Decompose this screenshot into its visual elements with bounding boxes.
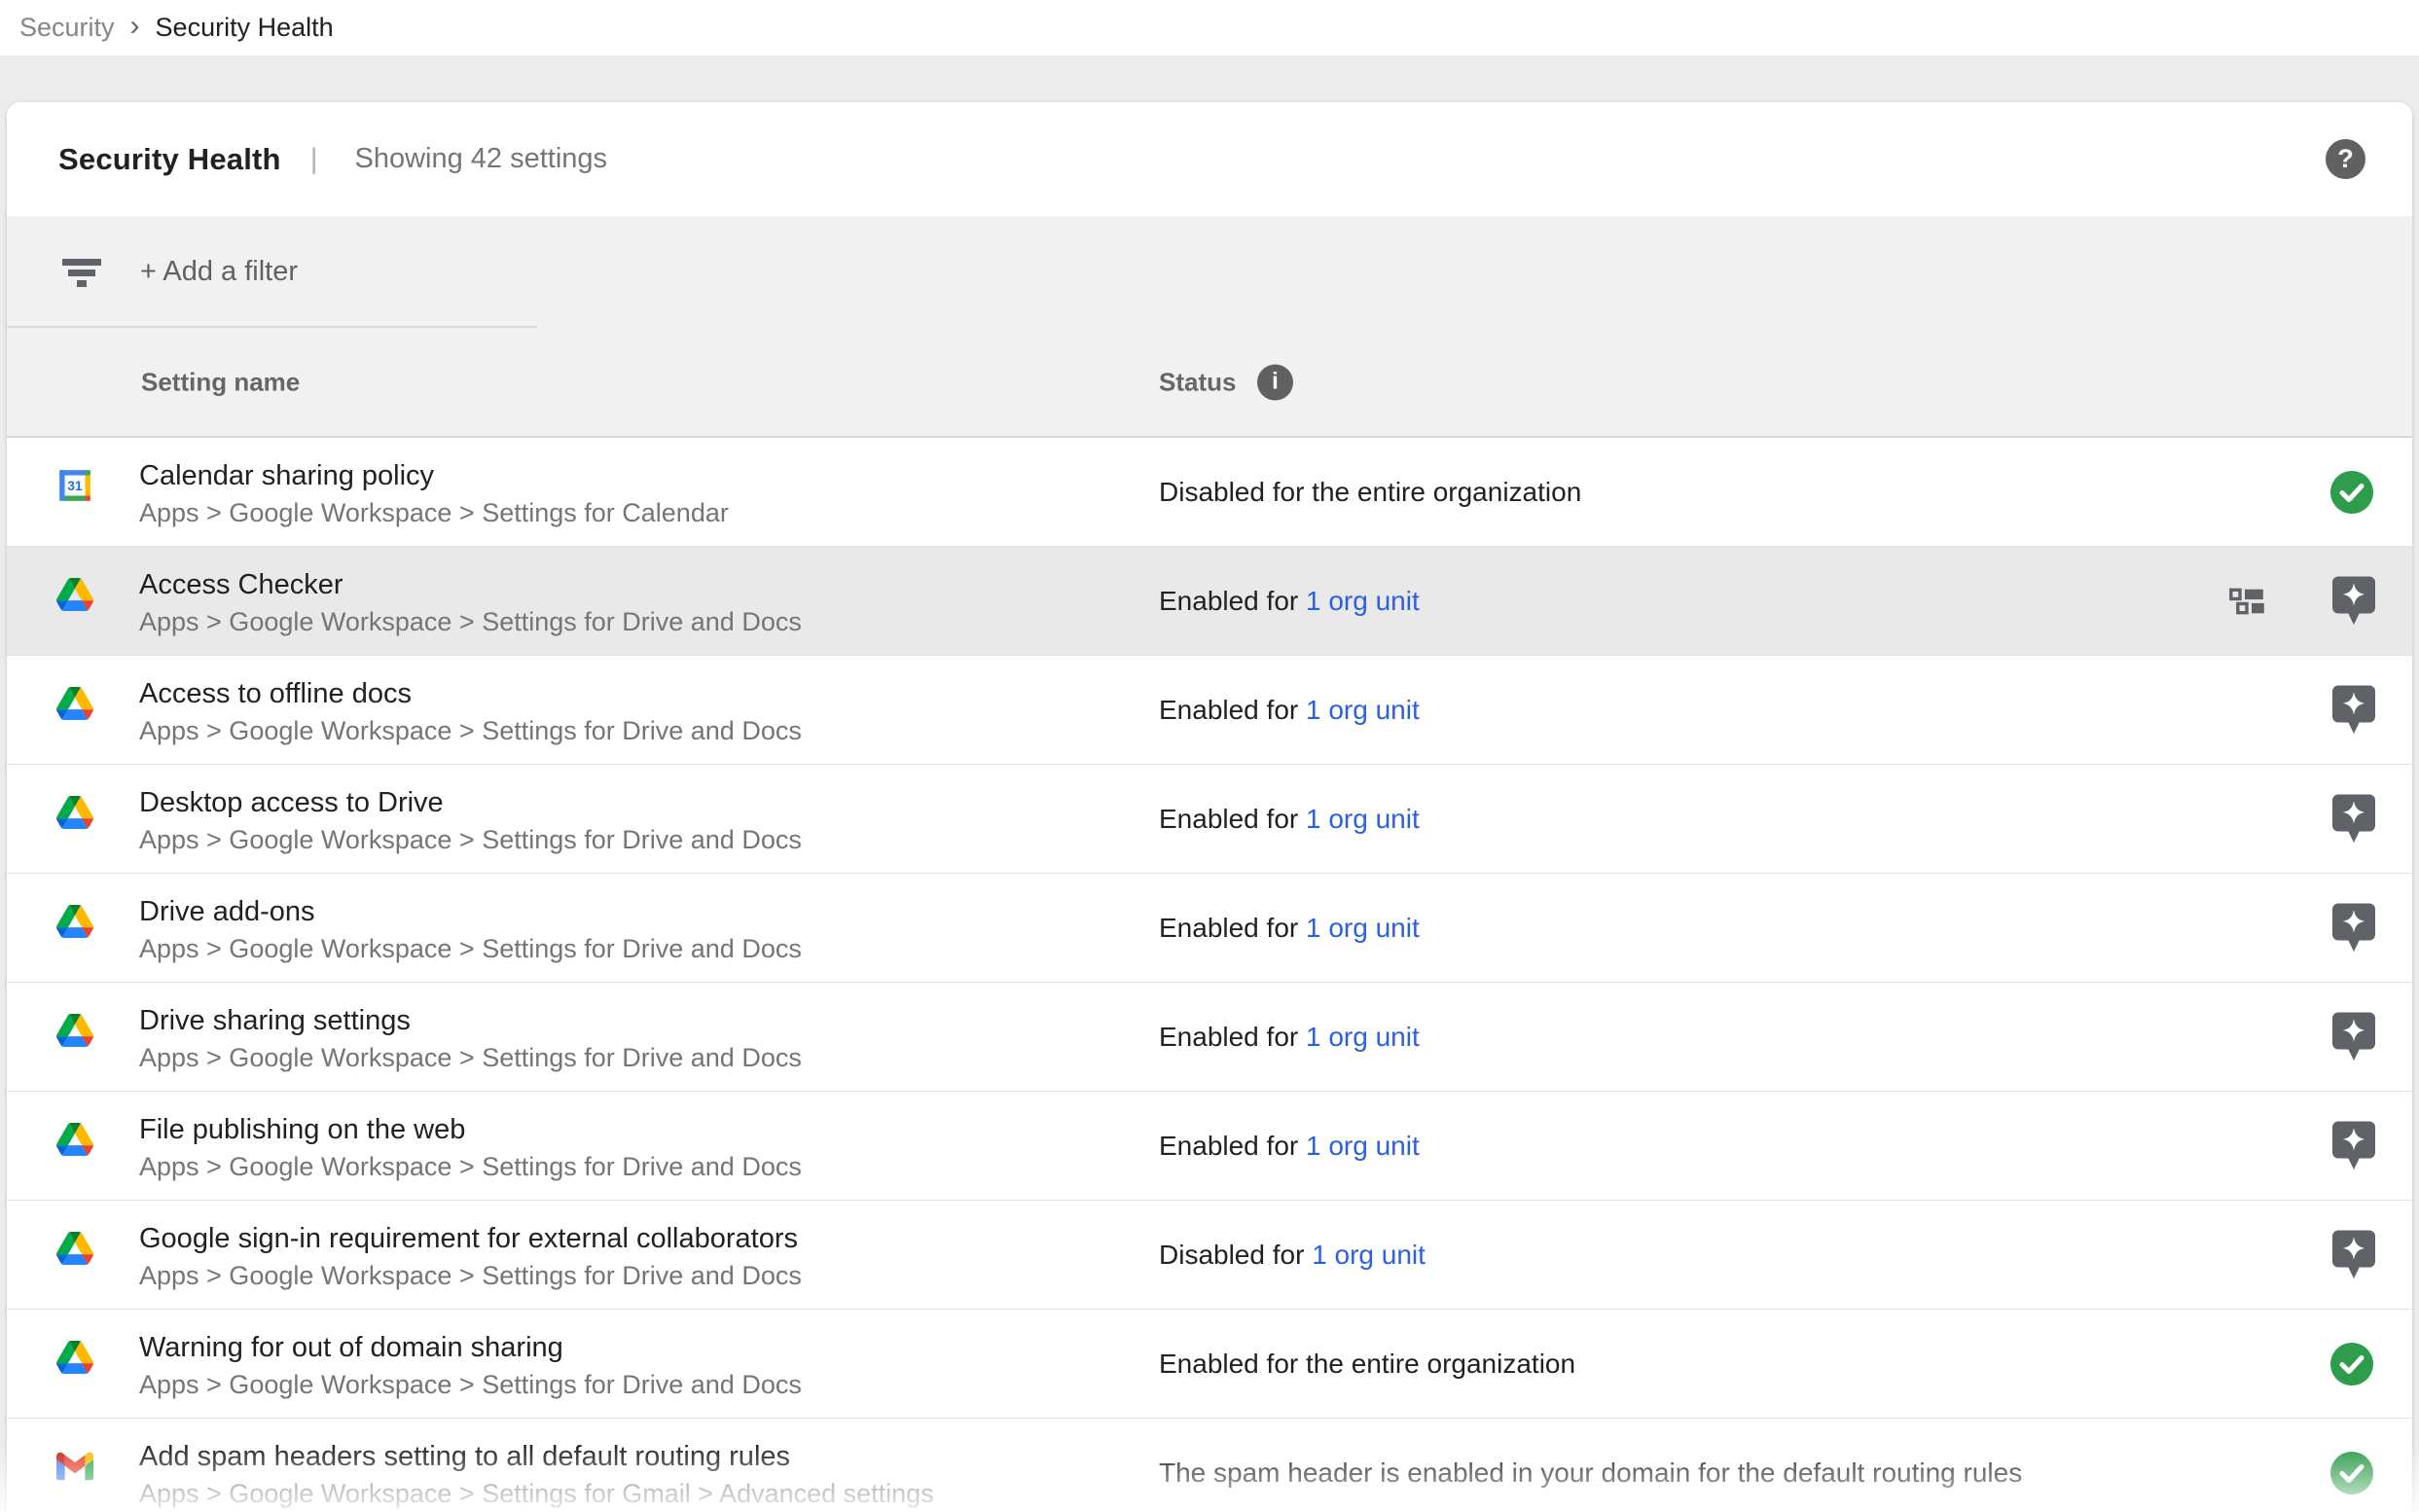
org-unit-link[interactable]: 1 org unit [1306, 586, 1420, 617]
status-ok-check-icon [2330, 1452, 2373, 1494]
setting-path: Apps > Google Workspace > Settings for D… [139, 825, 802, 855]
info-icon[interactable]: i [1257, 364, 1293, 400]
security-health-card: Security Health | Showing 42 settings ? … [7, 102, 2412, 1512]
drive-icon [56, 1230, 93, 1267]
recommendation-icon[interactable] [2332, 1230, 2375, 1279]
recommendation-icon[interactable] [2332, 1121, 2375, 1170]
table-row[interactable]: Drive sharing settings Apps > Google Work… [7, 983, 2412, 1092]
status-text: Disabled for 1 org unit [1159, 1201, 1426, 1309]
breadcrumb: Security › Security Health [0, 0, 2419, 55]
status-text: Enabled for 1 org unit [1159, 983, 1420, 1091]
table-row[interactable]: 31 Calendar sharing policy Apps > Google … [7, 438, 2412, 547]
recommendation-icon[interactable] [2332, 903, 2375, 953]
org-unit-link[interactable]: 1 org unit [1306, 913, 1420, 944]
help-icon[interactable]: ? [2326, 139, 2365, 179]
setting-name: Add spam headers setting to all default … [139, 1441, 790, 1473]
add-filter-button[interactable]: + Add a filter [140, 256, 298, 288]
status-text: Enabled for 1 org unit [1159, 547, 1420, 655]
setting-path: Apps > Google Workspace > Settings for D… [139, 1152, 802, 1182]
page-background: Security Health | Showing 42 settings ? … [0, 55, 2419, 1512]
setting-name: Warning for out of domain sharing [139, 1332, 563, 1364]
table-row[interactable]: Access to offline docs Apps > Google Work… [7, 656, 2412, 765]
setting-name: Calendar sharing policy [139, 460, 434, 492]
status-text: Enabled for 1 org unit [1159, 1092, 1420, 1200]
column-header-status: Status [1159, 367, 1236, 397]
column-header-setting-name: Setting name [141, 367, 300, 397]
status-text: The spam header is enabled in your domai… [1159, 1419, 2022, 1512]
settings-list: 31 Calendar sharing policy Apps > Google … [7, 438, 2412, 1512]
breadcrumb-security-link[interactable]: Security [19, 13, 115, 43]
drive-icon [56, 576, 93, 613]
status-text: Enabled for 1 org unit [1159, 656, 1420, 764]
setting-name: Access to offline docs [139, 678, 412, 710]
setting-path: Apps > Google Workspace > Settings for D… [139, 934, 802, 964]
org-unit-link[interactable]: 1 org unit [1306, 804, 1420, 835]
setting-name: Google sign-in requirement for external … [139, 1223, 798, 1255]
table-row[interactable]: Warning for out of domain sharing Apps > … [7, 1310, 2412, 1419]
status-text: Enabled for 1 org unit [1159, 874, 1420, 982]
recommendation-icon[interactable] [2332, 1012, 2375, 1062]
table-row[interactable]: Add spam headers setting to all default … [7, 1419, 2412, 1512]
drive-icon [56, 1339, 93, 1376]
drive-icon [56, 1121, 93, 1158]
title-separator: | [310, 143, 318, 176]
filter-bar: + Add a filter [7, 216, 2412, 328]
status-text: Enabled for the entire organization [1159, 1310, 1575, 1418]
table-row[interactable]: File publishing on the web Apps > Google … [7, 1092, 2412, 1201]
table-row[interactable]: Desktop access to Drive Apps > Google Wor… [7, 765, 2412, 874]
table-header: Setting name Status i [7, 328, 2412, 438]
breadcrumb-chevron-icon: › [130, 10, 140, 43]
drive-icon [56, 903, 93, 940]
status-text: Disabled for the entire organization [1159, 438, 1581, 546]
setting-name: Desktop access to Drive [139, 787, 444, 819]
status-text: Enabled for 1 org unit [1159, 765, 1420, 873]
calendar-icon: 31 [56, 467, 93, 504]
filter-icon[interactable] [62, 256, 101, 289]
table-row[interactable]: Access Checker Apps > Google Workspace > … [7, 547, 2412, 656]
table-row[interactable]: Google sign-in requirement for external … [7, 1201, 2412, 1310]
table-row[interactable]: Drive add-ons Apps > Google Workspace > S… [7, 874, 2412, 983]
drive-icon [56, 685, 93, 722]
org-unit-link[interactable]: 1 org unit [1306, 1022, 1420, 1053]
org-unit-link[interactable]: 1 org unit [1306, 695, 1420, 726]
setting-path: Apps > Google Workspace > Settings for D… [139, 607, 802, 637]
setting-path: Apps > Google Workspace > Settings for D… [139, 1370, 802, 1400]
setting-path: Apps > Google Workspace > Settings for D… [139, 1261, 802, 1291]
setting-name: File publishing on the web [139, 1114, 465, 1146]
drive-icon [56, 794, 93, 831]
recommendation-icon[interactable] [2332, 685, 2375, 735]
setting-name: Drive add-ons [139, 896, 315, 928]
drive-icon [56, 1012, 93, 1049]
org-unit-link[interactable]: 1 org unit [1306, 1131, 1420, 1162]
results-count: Showing 42 settings [355, 143, 608, 175]
setting-name: Drive sharing settings [139, 1005, 411, 1037]
recommendation-icon[interactable] [2332, 794, 2375, 844]
gmail-icon [56, 1448, 93, 1485]
recommendation-icon[interactable] [2332, 576, 2375, 626]
org-unit-link[interactable]: 1 org unit [1312, 1240, 1426, 1271]
breadcrumb-current: Security Health [156, 13, 334, 43]
setting-path: Apps > Google Workspace > Settings for D… [139, 1043, 802, 1073]
setting-path: Apps > Google Workspace > Settings for C… [139, 498, 729, 528]
setting-path: Apps > Google Workspace > Settings for D… [139, 716, 802, 746]
svg-text:31: 31 [67, 479, 83, 493]
org-units-icon [2229, 588, 2272, 614]
card-header: Security Health | Showing 42 settings ? [7, 102, 2412, 216]
page-title: Security Health [58, 142, 281, 177]
status-ok-check-icon [2330, 471, 2373, 514]
status-ok-check-icon [2330, 1343, 2373, 1386]
setting-path: Apps > Google Workspace > Settings for G… [139, 1479, 934, 1509]
setting-name: Access Checker [139, 569, 343, 601]
